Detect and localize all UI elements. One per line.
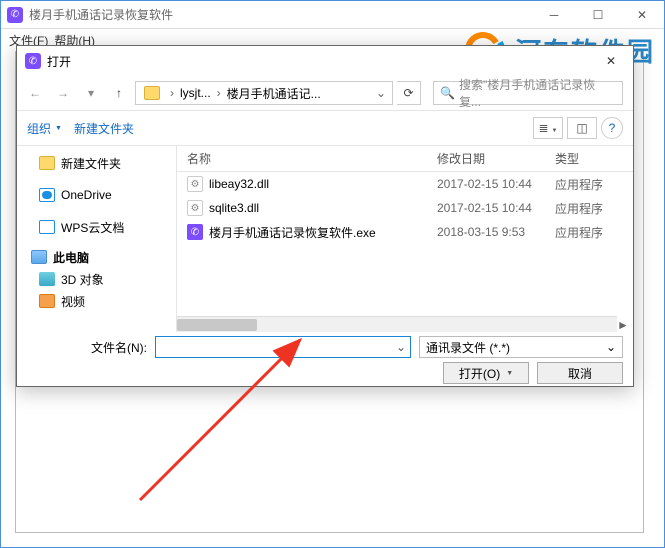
sidebar-item-wps[interactable]: WPS云文档 bbox=[17, 216, 176, 238]
cloud-icon bbox=[39, 220, 55, 234]
preview-pane-button[interactable]: ◫ bbox=[567, 117, 597, 139]
file-list: ⚙ libeay32.dll 2017-02-15 10:44 应用程序 ⚙ s… bbox=[177, 172, 633, 332]
chevron-right-icon: › bbox=[166, 86, 178, 100]
video-icon bbox=[39, 294, 55, 308]
sidebar-item-onedrive[interactable]: OneDrive bbox=[17, 184, 176, 206]
chevron-down-icon[interactable]: ⌄ bbox=[372, 86, 390, 100]
col-type[interactable]: 类型 bbox=[555, 150, 633, 167]
search-icon: 🔍 bbox=[440, 86, 455, 100]
main-title: 楼月手机通话记录恢复软件 bbox=[29, 6, 173, 23]
dialog-app-icon: ✆ bbox=[25, 53, 41, 69]
scroll-thumb[interactable] bbox=[177, 319, 257, 331]
dll-file-icon: ⚙ bbox=[187, 176, 203, 192]
sidebar-item-3d-objects[interactable]: 3D 对象 bbox=[17, 268, 176, 290]
sidebar-item-new-folder[interactable]: 新建文件夹 bbox=[17, 152, 176, 174]
dialog-title: 打开 bbox=[47, 53, 71, 70]
file-type-filter[interactable]: 通讯录文件 (*.*) ⌄ bbox=[419, 336, 623, 358]
chevron-down-icon[interactable]: ⌄ bbox=[396, 340, 406, 354]
dll-file-icon: ⚙ bbox=[187, 200, 203, 216]
folder-icon bbox=[39, 156, 55, 170]
filename-label: 文件名(N): bbox=[27, 339, 147, 356]
onedrive-icon bbox=[39, 188, 55, 202]
nav-recent-button[interactable]: ▾ bbox=[79, 81, 103, 105]
breadcrumb-seg2[interactable]: 楼月手机通话记... bbox=[225, 85, 323, 102]
open-button[interactable]: 打开(O)▼ bbox=[443, 362, 529, 384]
folder-icon bbox=[144, 86, 160, 100]
maximize-button[interactable]: ☐ bbox=[576, 1, 620, 29]
exe-file-icon: ✆ bbox=[187, 224, 203, 240]
search-placeholder: 搜索"楼月手机通话记录恢复... bbox=[459, 76, 616, 110]
pc-icon bbox=[31, 250, 47, 264]
new-folder-button[interactable]: 新建文件夹 bbox=[74, 120, 134, 137]
sidebar-item-this-pc[interactable]: 此电脑 bbox=[17, 246, 176, 268]
file-row[interactable]: ⚙ libeay32.dll 2017-02-15 10:44 应用程序 bbox=[177, 172, 633, 196]
breadcrumb-seg1[interactable]: lysjt... bbox=[178, 86, 213, 100]
nav-forward-button[interactable]: → bbox=[51, 81, 75, 105]
app-icon: ✆ bbox=[7, 7, 23, 23]
toolbar: 组织▼ 新建文件夹 ≣ ◫ ? bbox=[17, 110, 633, 146]
file-row[interactable]: ✆ 楼月手机通话记录恢复软件.exe 2018-03-15 9:53 应用程序 bbox=[177, 220, 633, 244]
horizontal-scrollbar[interactable]: ◄ ► bbox=[177, 316, 617, 332]
dialog-bottom: 文件名(N): ⌄ 通讯录文件 (*.*) ⌄ 打开(O)▼ 取消 bbox=[17, 332, 633, 386]
col-date[interactable]: 修改日期 bbox=[437, 150, 555, 167]
refresh-button[interactable]: ⟳ bbox=[397, 81, 421, 105]
3d-icon bbox=[39, 272, 55, 286]
chevron-right-icon: › bbox=[213, 86, 225, 100]
column-headers: 名称 修改日期 类型 bbox=[177, 146, 633, 172]
scroll-right-icon[interactable]: ► bbox=[615, 317, 631, 332]
organize-menu[interactable]: 组织▼ bbox=[27, 120, 62, 137]
search-input[interactable]: 🔍 搜索"楼月手机通话记录恢复... bbox=[433, 81, 623, 105]
nav-up-button[interactable]: ↑ bbox=[107, 81, 131, 105]
filename-input[interactable]: ⌄ bbox=[155, 336, 411, 358]
nav-back-button[interactable]: ← bbox=[23, 81, 47, 105]
chevron-down-icon: ⌄ bbox=[606, 340, 616, 354]
cancel-button[interactable]: 取消 bbox=[537, 362, 623, 384]
view-mode-button[interactable]: ≣ bbox=[533, 117, 563, 139]
sidebar-item-videos[interactable]: 视频 bbox=[17, 290, 176, 312]
dialog-close-button[interactable]: ✕ bbox=[589, 46, 633, 76]
help-button[interactable]: ? bbox=[601, 117, 623, 139]
sidebar: 新建文件夹 OneDrive WPS云文档 此电脑 3D 对象 视频 bbox=[17, 146, 177, 332]
close-button[interactable]: ✕ bbox=[620, 1, 664, 29]
file-open-dialog: ✆ 打开 ✕ ← → ▾ ↑ › lysjt... › 楼月手机通话记... ⌄… bbox=[16, 45, 634, 387]
file-row[interactable]: ⚙ sqlite3.dll 2017-02-15 10:44 应用程序 bbox=[177, 196, 633, 220]
breadcrumb[interactable]: › lysjt... › 楼月手机通话记... ⌄ bbox=[135, 81, 393, 105]
dialog-titlebar: ✆ 打开 ✕ bbox=[17, 46, 633, 76]
file-pane: 名称 修改日期 类型 ⚙ libeay32.dll 2017-02-15 10:… bbox=[177, 146, 633, 332]
minimize-button[interactable]: ─ bbox=[532, 1, 576, 29]
main-titlebar: ✆ 楼月手机通话记录恢复软件 ─ ☐ ✕ bbox=[1, 1, 664, 29]
nav-row: ← → ▾ ↑ › lysjt... › 楼月手机通话记... ⌄ ⟳ 🔍 搜索… bbox=[17, 76, 633, 110]
col-name[interactable]: 名称 bbox=[177, 150, 437, 167]
